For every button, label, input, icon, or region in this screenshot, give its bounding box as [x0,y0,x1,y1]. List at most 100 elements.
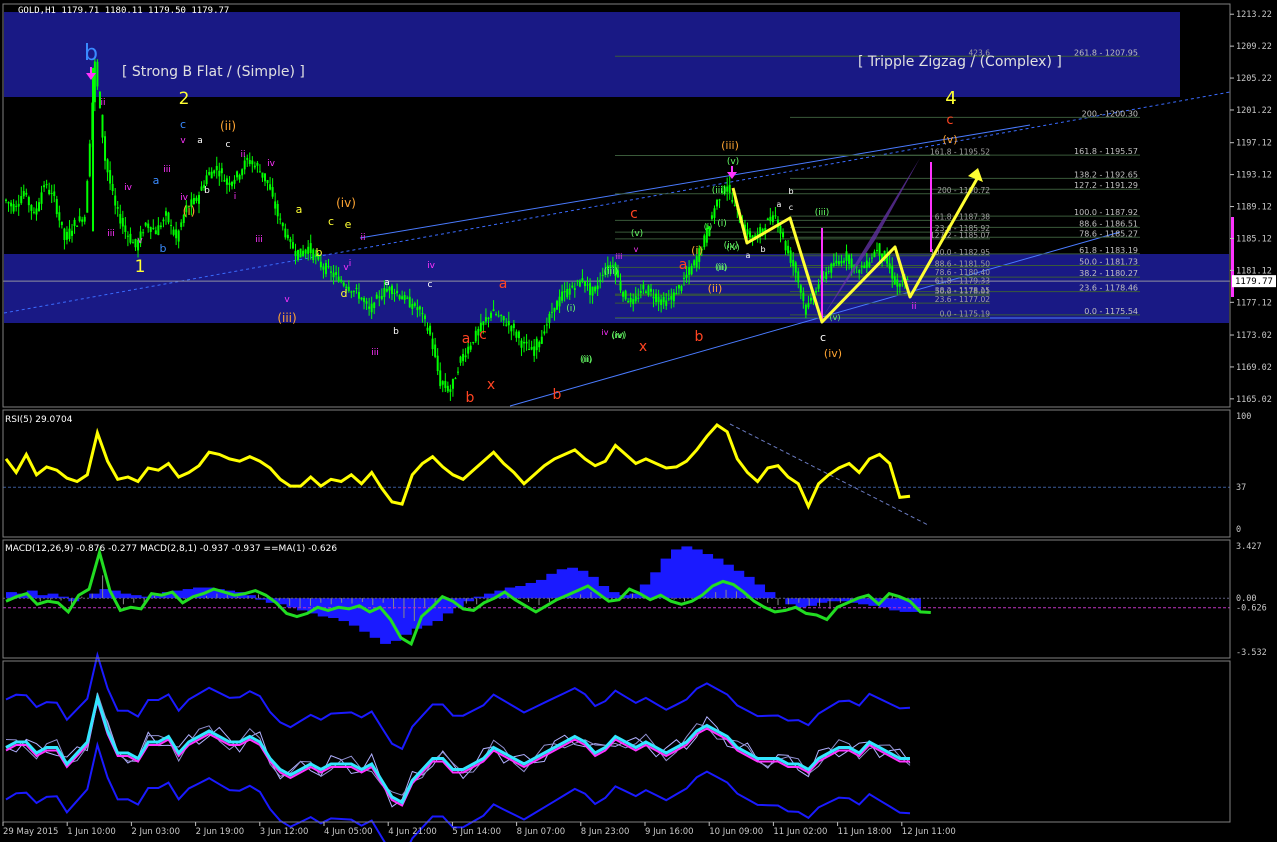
wave-label: c [328,215,334,228]
macd-fast-bar [91,593,93,599]
candle-body [337,276,340,282]
candle-body [40,192,43,204]
trading-chart[interactable]: 261.8 - 1207.95 200 - 1200.30 161.8 - 1195… [0,0,1277,842]
candle-body [891,266,894,279]
candle-body [459,356,462,363]
time-tick-label: 5 Jun 14:00 [452,827,501,837]
macd-hist-bar [577,570,589,599]
candle-body [825,271,828,280]
candle-body [170,224,173,226]
candle-body [868,262,871,267]
macd-fast-bar [767,598,769,603]
macd-fast-bar [580,594,582,599]
time-tick-label: 2 Jun 19:00 [196,827,245,837]
candle-body [642,284,645,290]
candle-body [38,202,41,211]
candle-body [246,157,249,160]
candle-body [596,285,599,290]
wave-label: 2 [179,89,190,109]
wave-label-small: iv [602,328,609,337]
macd-fast-bar [309,598,311,606]
strong-b-flat-annotation: [ Strong B Flat / (Simple) ] [122,64,305,80]
macd-hist-bar [244,595,256,599]
candle-body [200,186,203,191]
candle-body [484,317,487,322]
candle-body [157,225,160,236]
candle-body [101,114,104,138]
candle-body [863,265,866,269]
wave-label: c [180,118,186,131]
candle-body [769,216,772,222]
candle-body [794,262,797,273]
wave-label: iii [163,165,171,175]
candle-body [576,280,579,282]
wave-label-small: a [777,200,782,209]
current-price-label: 1179.77 [1235,277,1273,287]
candle-body [35,208,38,215]
candle-body [307,246,310,254]
candle-body [444,380,447,388]
bands-panel[interactable] [5,651,911,842]
candle-body [710,215,713,219]
candle-body [233,179,236,184]
time-tick-label: 3 Jun 12:00 [260,827,309,837]
candle-body [426,327,429,331]
candle-body [817,284,820,289]
wave-label-small: a [746,251,751,260]
fib-left-label: 61.8 - 1187.38 [935,212,990,221]
candle-body [172,229,175,235]
candle-body [713,208,716,218]
macd-hist-bar [556,569,568,599]
candle-body [568,288,571,295]
wave-label: v [137,236,143,246]
rsi-panel[interactable] [3,423,1230,526]
wave-label-small: (iv) [726,243,739,252]
candle-body [875,249,878,251]
candle-body [284,228,287,238]
candle-body [533,346,536,356]
wave-label: (iii) [604,267,619,277]
macd-hist-bar [515,586,527,599]
candle-body [238,174,241,180]
candle-body [378,296,381,298]
macd-fast-bar [569,596,571,599]
candle-body [561,291,564,301]
candle-body [380,296,383,300]
macd-hist-bar [37,595,49,599]
candle-body [78,216,81,222]
macd-hist-bar [286,598,298,608]
wave-label: (i) [691,244,703,257]
wave-label: (iii) [712,186,727,196]
macd-fast-bar [299,598,301,608]
candle-body [368,306,371,309]
macd-fast-bar [424,598,426,608]
candle-body [17,203,20,207]
candle-body [111,183,114,192]
candle-body [581,278,584,282]
candle-body [88,143,91,177]
candle-body [898,283,901,287]
candle-body [431,338,434,350]
candle-body [241,169,244,176]
candle-body [553,307,556,312]
candle-body [152,227,155,229]
wave-label: x [487,377,495,393]
price-tick-label: 1201.22 [1236,106,1272,116]
time-tick-label: 9 Jun 16:00 [645,827,694,837]
candle-body [243,160,246,170]
candle-body [436,355,439,372]
candle-body [220,168,223,174]
candle-body [164,211,167,216]
macd-fast-bar [351,598,353,604]
macd-hist-bar [296,598,308,611]
candle-body [878,243,881,256]
macd-panel[interactable] [3,546,1230,647]
macd-hist-bar [369,598,381,638]
candle-body [688,267,691,275]
fib-left-label: 161.8 - 1195.52 [930,147,990,156]
candle-body [63,228,66,240]
wave-label: a [384,278,390,288]
candle-body [65,231,68,240]
candle-body [223,180,226,182]
wave-label: iii [255,235,263,245]
